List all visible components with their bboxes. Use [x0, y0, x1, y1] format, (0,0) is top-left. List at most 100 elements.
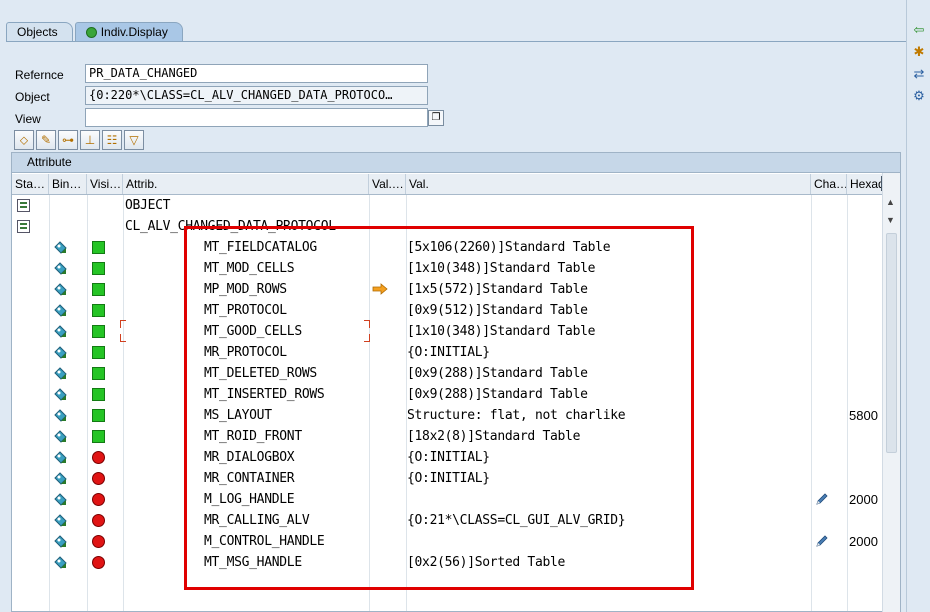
- view-expand-button[interactable]: ❐: [428, 110, 444, 126]
- col-binding[interactable]: Bin…: [49, 174, 87, 194]
- tab-indiv-display[interactable]: Indiv.Display: [74, 22, 183, 42]
- table-row[interactable]: MS_LAYOUT Structure: flat, not charlike 58…: [12, 405, 886, 426]
- scroll-up-icon[interactable]: ▲: [886, 197, 895, 207]
- binding-icon: [53, 303, 68, 318]
- attribute-name[interactable]: CL_ALV_CHANGED_DATA_PROTOCOL: [125, 216, 336, 237]
- attribute-name[interactable]: MR_CALLING_ALV: [204, 510, 310, 531]
- scroll-thumb[interactable]: [886, 233, 897, 453]
- attribute-name[interactable]: MR_CONTAINER: [204, 468, 295, 489]
- vertical-scrollbar[interactable]: ▲ ▼: [882, 173, 900, 612]
- focus-corner: [120, 334, 126, 342]
- table-row[interactable]: CL_ALV_CHANGED_DATA_PROTOCOL: [12, 216, 886, 237]
- private-visibility-icon: [92, 514, 105, 527]
- attribute-name[interactable]: MT_DELETED_ROWS: [204, 363, 317, 384]
- binding-icon: [53, 387, 68, 402]
- attribute-value[interactable]: [18x2(8)]Standard Table: [407, 426, 580, 447]
- table-row[interactable]: MT_INSERTED_ROWS [0x9(288)]Standard Table: [12, 384, 886, 405]
- attribute-name[interactable]: MT_MSG_HANDLE: [204, 552, 302, 573]
- col-change[interactable]: Cha…: [811, 174, 847, 194]
- table-row[interactable]: MT_MSG_HANDLE [0x2(56)]Sorted Table: [12, 552, 886, 573]
- edit-pencil-icon[interactable]: [814, 534, 829, 549]
- expand-node-icon[interactable]: [16, 219, 31, 234]
- attribute-name[interactable]: MS_LAYOUT: [204, 405, 272, 426]
- gear-pencil-icon[interactable]: ✎: [36, 130, 56, 150]
- replace-icon[interactable]: ⇄: [911, 66, 927, 82]
- table-row[interactable]: M_CONTROL_HANDLE 2000: [12, 531, 886, 552]
- attribute-value[interactable]: [0x9(288)]Standard Table: [407, 384, 588, 405]
- table-row[interactable]: MT_FIELDCATALOG [5x106(2260)]Standard Tab…: [12, 237, 886, 258]
- attribute-value[interactable]: {O:INITIAL}: [407, 468, 490, 489]
- table-row[interactable]: MT_DELETED_ROWS [0x9(288)]Standard Table: [12, 363, 886, 384]
- layout-icon[interactable]: ☷: [102, 130, 122, 150]
- table-row[interactable]: MP_MOD_ROWS [1x5(572)]Standard Table: [12, 279, 886, 300]
- table-row[interactable]: MT_ROID_FRONT [18x2(8)]Standard Table: [12, 426, 886, 447]
- col-val-flag[interactable]: Val.…: [369, 174, 406, 194]
- object-field[interactable]: {0:220*\CLASS=CL_ALV_CHANGED_DATA_PROTOC…: [85, 86, 428, 105]
- col-attrib[interactable]: Attrib.: [123, 174, 369, 194]
- attribute-value[interactable]: [1x5(572)]Standard Table: [407, 279, 588, 300]
- binding-icon: [53, 450, 68, 465]
- scroll-down-icon[interactable]: ▼: [886, 215, 895, 225]
- table-row[interactable]: MR_CONTAINER {O:INITIAL}: [12, 468, 886, 489]
- attribute-name[interactable]: MP_MOD_ROWS: [204, 279, 287, 300]
- attribute-name[interactable]: M_LOG_HANDLE: [204, 489, 295, 510]
- attribute-value[interactable]: [0x9(512)]Standard Table: [407, 300, 588, 321]
- view-field[interactable]: [85, 108, 428, 127]
- private-visibility-icon: [92, 535, 105, 548]
- public-visibility-icon: [92, 283, 105, 296]
- table-row[interactable]: MR_DIALOGBOX {O:INITIAL}: [12, 447, 886, 468]
- attribute-value[interactable]: [0x9(288)]Standard Table: [407, 363, 588, 384]
- attribute-name[interactable]: OBJECT: [125, 195, 170, 216]
- attribute-name[interactable]: MT_FIELDCATALOG: [204, 237, 317, 258]
- attribute-value[interactable]: [0x2(56)]Sorted Table: [407, 552, 565, 573]
- attribute-name[interactable]: MT_PROTOCOL: [204, 300, 287, 321]
- back-arrow-icon[interactable]: ⇦: [911, 22, 927, 38]
- col-status[interactable]: Sta…: [12, 174, 49, 194]
- public-visibility-icon: [92, 367, 105, 380]
- attribute-value[interactable]: {O:INITIAL}: [407, 447, 490, 468]
- col-hex[interactable]: Hexad: [847, 174, 883, 194]
- attribute-name[interactable]: MT_GOOD_CELLS: [204, 321, 302, 342]
- attribute-value[interactable]: [5x106(2260)]Standard Table: [407, 237, 611, 258]
- attribute-name[interactable]: MR_DIALOGBOX: [204, 447, 295, 468]
- grid-title: Attribute: [12, 153, 900, 173]
- attribute-value[interactable]: [1x10(348)]Standard Table: [407, 258, 595, 279]
- public-visibility-icon: [92, 430, 105, 443]
- col-val[interactable]: Val.: [406, 174, 811, 194]
- binding-icon: [53, 324, 68, 339]
- attribute-value[interactable]: [1x10(348)]Standard Table: [407, 321, 595, 342]
- private-visibility-icon: [92, 472, 105, 485]
- tab-objects[interactable]: Objects: [6, 22, 73, 42]
- new-object-icon[interactable]: ✱: [911, 44, 927, 60]
- table-row[interactable]: M_LOG_HANDLE 2000: [12, 489, 886, 510]
- collapse-icon[interactable]: ⊥: [80, 130, 100, 150]
- table-row[interactable]: MT_GOOD_CELLS [1x10(348)]Standard Table: [12, 321, 886, 342]
- edit-pencil-icon[interactable]: [814, 492, 829, 507]
- table-row[interactable]: OBJECT: [12, 195, 886, 216]
- attribute-name[interactable]: MT_INSERTED_ROWS: [204, 384, 325, 405]
- table-row[interactable]: MT_PROTOCOL [0x9(512)]Standard Table: [12, 300, 886, 321]
- public-visibility-icon: [92, 304, 105, 317]
- attribute-value[interactable]: {O:INITIAL}: [407, 342, 490, 363]
- table-row[interactable]: MT_MOD_CELLS [1x10(348)]Standard Table: [12, 258, 886, 279]
- attribute-value[interactable]: {O:21*\CLASS=CL_GUI_ALV_GRID}: [407, 510, 626, 531]
- attribute-name[interactable]: MT_ROID_FRONT: [204, 426, 302, 447]
- public-visibility-icon: [92, 241, 105, 254]
- public-visibility-icon: [92, 388, 105, 401]
- public-visibility-icon: [92, 262, 105, 275]
- table-row[interactable]: MR_PROTOCOL {O:INITIAL}: [12, 342, 886, 363]
- hex-value: 2000: [849, 492, 878, 507]
- attribute-name[interactable]: M_CONTROL_HANDLE: [204, 531, 325, 552]
- filter-icon[interactable]: ▽: [124, 130, 144, 150]
- attribute-value[interactable]: Structure: flat, not charlike: [407, 405, 626, 426]
- table-row[interactable]: MR_CALLING_ALV {O:21*\CLASS=CL_GUI_ALV_GR…: [12, 510, 886, 531]
- tag-icon[interactable]: ⬦: [14, 130, 34, 150]
- attribute-name[interactable]: MT_MOD_CELLS: [204, 258, 295, 279]
- expand-node-icon[interactable]: [16, 198, 31, 213]
- settings-icon[interactable]: ⚙: [911, 88, 927, 104]
- binding-icon: [53, 534, 68, 549]
- reference-field[interactable]: PR_DATA_CHANGED: [85, 64, 428, 83]
- attribute-name[interactable]: MR_PROTOCOL: [204, 342, 287, 363]
- hierarchy-icon[interactable]: ⊶: [58, 130, 78, 150]
- col-visibility[interactable]: Visi…: [87, 174, 123, 194]
